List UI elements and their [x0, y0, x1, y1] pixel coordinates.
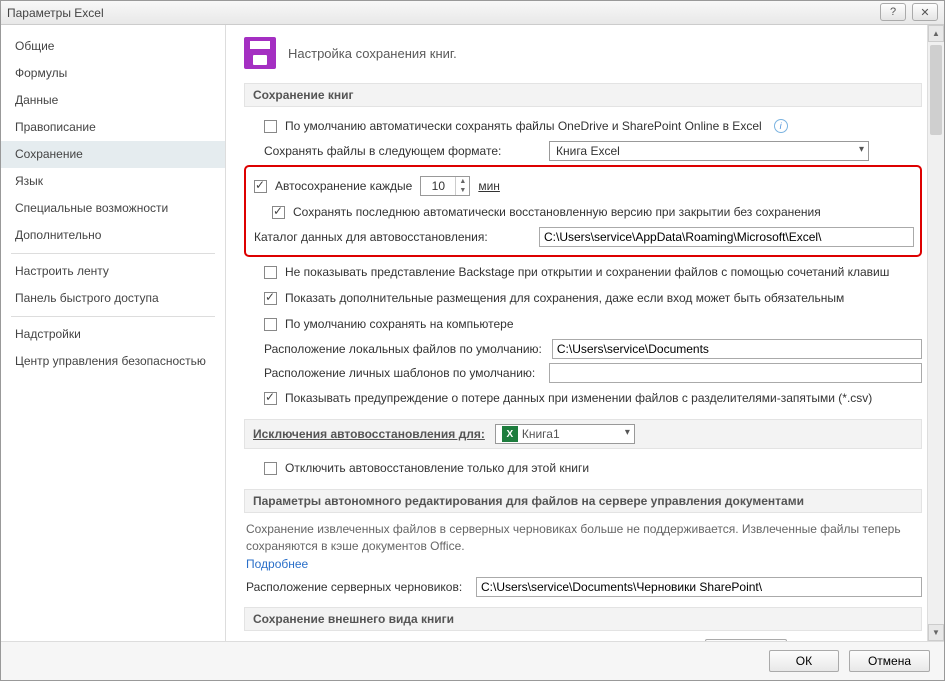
main-wrap: Настройка сохранения книг. Сохранение кн…: [226, 25, 944, 641]
scroll-up[interactable]: ▲: [928, 25, 944, 42]
checkbox-show-additional[interactable]: [264, 292, 277, 305]
save-icon: [244, 37, 276, 69]
sidebar-item-trustcenter[interactable]: Центр управления безопасностью: [1, 348, 225, 375]
cancel-button[interactable]: Отмена: [849, 650, 930, 672]
combo-save-format-value: Книга Excel: [556, 144, 620, 158]
excel-options-window: Параметры Excel ? ✕ Общие Формулы Данные…: [0, 0, 945, 681]
sidebar-item-general[interactable]: Общие: [1, 33, 225, 60]
input-autorecover-catalog[interactable]: [539, 227, 914, 247]
sidebar-item-addins[interactable]: Надстройки: [1, 321, 225, 348]
row-disable-for-book: Отключить автовосстановление только для …: [264, 457, 922, 479]
spinner-autosave-minutes[interactable]: 10 ▲ ▼: [420, 176, 470, 196]
label-save-format: Сохранять файлы в следующем формате:: [264, 144, 539, 158]
scrollbar[interactable]: ▲ ▼: [927, 25, 944, 641]
scroll-down[interactable]: ▼: [928, 624, 944, 641]
row-csv-warning: Показывать предупреждение о потере данны…: [264, 387, 922, 409]
excel-book-icon: X: [502, 426, 518, 442]
checkbox-autosave[interactable]: [254, 180, 267, 193]
spinner-arrows: ▲ ▼: [455, 177, 469, 195]
scroll-thumb[interactable]: [930, 45, 942, 135]
row-personal-templates: Расположение личных шаблонов по умолчани…: [264, 363, 922, 383]
section-header-offline-editing: Параметры автономного редактирования для…: [244, 489, 922, 513]
label-save-on-computer: По умолчанию сохранять на компьютере: [285, 317, 514, 331]
sidebar-item-advanced[interactable]: Дополнительно: [1, 222, 225, 249]
sidebar-item-ribbon[interactable]: Настроить ленту: [1, 258, 225, 285]
sidebar-separator: [11, 253, 215, 254]
sidebar-item-qat[interactable]: Панель быстрого доступа: [1, 285, 225, 312]
spinner-down[interactable]: ▼: [456, 186, 469, 195]
input-personal-templates[interactable]: [549, 363, 922, 383]
row-autosave: Автосохранение каждые 10 ▲ ▼ мин: [254, 175, 914, 197]
label-autosave-pre: Автосохранение каждые: [275, 179, 412, 193]
body: Общие Формулы Данные Правописание Сохран…: [1, 25, 944, 641]
spinner-up[interactable]: ▲: [456, 177, 469, 186]
input-server-drafts[interactable]: [476, 577, 922, 597]
ok-button[interactable]: ОК: [769, 650, 839, 672]
combo-book-select[interactable]: X Книга1: [495, 424, 635, 444]
row-default-onedrive: По умолчанию автоматически сохранять фай…: [264, 115, 922, 137]
sidebar-item-formulas[interactable]: Формулы: [1, 60, 225, 87]
sidebar-item-save[interactable]: Сохранение: [1, 141, 225, 168]
sidebar-item-language[interactable]: Язык: [1, 168, 225, 195]
main-panel: Настройка сохранения книг. Сохранение кн…: [226, 25, 944, 641]
section-header-autorecover-exceptions: Исключения автовосстановления для: X Кни…: [244, 419, 922, 449]
combo-book-value: Книга1: [522, 427, 560, 441]
page-header: Настройка сохранения книг.: [244, 37, 922, 69]
label-personal-templates: Расположение личных шаблонов по умолчани…: [264, 366, 539, 380]
checkbox-save-on-computer[interactable]: [264, 318, 277, 331]
footer: ОК Отмена: [1, 641, 944, 680]
section-header-appearance: Сохранение внешнего вида книги: [244, 607, 922, 631]
row-show-additional: Показать дополнительные размещения для с…: [264, 287, 922, 309]
label-local-files: Расположение локальных файлов по умолчан…: [264, 342, 542, 356]
label-disable-for-book: Отключить автовосстановление только для …: [285, 461, 589, 475]
row-save-on-computer: По умолчанию сохранять на компьютере: [264, 313, 922, 335]
label-keep-last-autosaved: Сохранять последнюю автоматически восста…: [293, 205, 821, 219]
info-icon[interactable]: i: [774, 119, 788, 133]
row-local-files: Расположение локальных файлов по умолчан…: [264, 339, 922, 359]
row-autorecover-catalog: Каталог данных для автовосстановления:: [254, 227, 914, 247]
input-local-files[interactable]: [552, 339, 922, 359]
row-colors: Выберите цвета, которые будут отображать…: [246, 639, 922, 641]
label-autorecover-exceptions: Исключения автовосстановления для:: [253, 427, 485, 441]
checkbox-default-onedrive[interactable]: [264, 120, 277, 133]
checkbox-csv-warning[interactable]: [264, 392, 277, 405]
sidebar-item-accessibility[interactable]: Специальные возможности: [1, 195, 225, 222]
row-keep-last-autosaved: Сохранять последнюю автоматически восста…: [272, 201, 914, 223]
window-title: Параметры Excel: [7, 6, 104, 20]
checkbox-disable-for-book[interactable]: [264, 462, 277, 475]
close-button[interactable]: ✕: [912, 3, 938, 21]
label-server-drafts: Расположение серверных черновиков:: [246, 580, 466, 594]
sidebar-item-data[interactable]: Данные: [1, 87, 225, 114]
help-button[interactable]: ?: [880, 3, 906, 21]
page-title: Настройка сохранения книг.: [288, 46, 457, 61]
sidebar-separator: [11, 316, 215, 317]
label-default-onedrive: По умолчанию автоматически сохранять фай…: [285, 119, 762, 133]
offline-desc: Сохранение извлеченных файлов в серверны…: [246, 521, 922, 555]
sidebar: Общие Формулы Данные Правописание Сохран…: [1, 25, 226, 641]
label-autosave-post: мин: [478, 179, 500, 193]
spinner-autosave-value: 10: [421, 179, 455, 193]
checkbox-no-backstage[interactable]: [264, 266, 277, 279]
row-no-backstage: Не показывать представление Backstage пр…: [264, 261, 922, 283]
section-header-save-books: Сохранение книг: [244, 83, 922, 107]
learn-more-link[interactable]: Подробнее: [246, 557, 922, 571]
combo-save-format[interactable]: Книга Excel: [549, 141, 869, 161]
titlebar: Параметры Excel ? ✕: [1, 1, 944, 25]
label-csv-warning: Показывать предупреждение о потере данны…: [285, 391, 872, 405]
row-save-format: Сохранять файлы в следующем формате: Кни…: [264, 141, 922, 161]
label-show-additional: Показать дополнительные размещения для с…: [285, 291, 844, 305]
colors-button[interactable]: Цвета...: [705, 639, 786, 641]
row-server-drafts: Расположение серверных черновиков:: [246, 577, 922, 597]
sidebar-item-spelling[interactable]: Правописание: [1, 114, 225, 141]
title-buttons: ? ✕: [880, 3, 938, 21]
checkbox-keep-last-autosaved[interactable]: [272, 206, 285, 219]
highlighted-autosave-box: Автосохранение каждые 10 ▲ ▼ мин Сохран: [244, 165, 922, 257]
label-autorecover-catalog: Каталог данных для автовосстановления:: [254, 230, 529, 244]
label-no-backstage: Не показывать представление Backstage пр…: [285, 265, 889, 279]
